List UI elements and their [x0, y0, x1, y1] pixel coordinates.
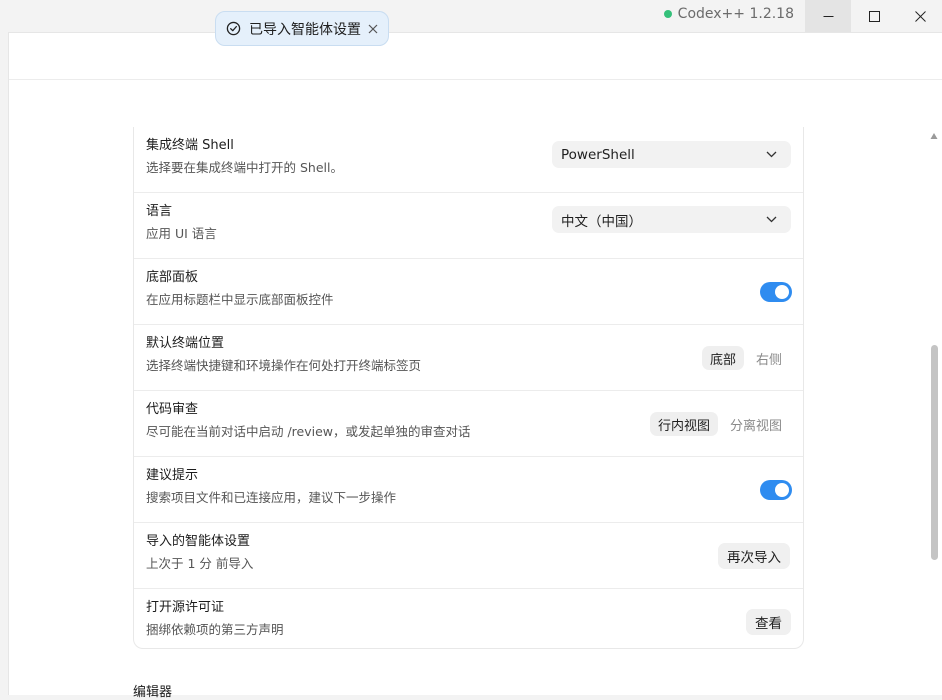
- reimport-button[interactable]: 再次导入: [718, 543, 790, 569]
- setting-row-bottom-panel: 底部面板 在应用标题栏中显示底部面板控件: [134, 259, 803, 325]
- setting-title: 默认终端位置: [146, 336, 225, 351]
- check-circle-icon: [226, 21, 241, 36]
- setting-row-imported-agent-settings: 导入的智能体设置 上次于 1 分 前导入 再次导入: [134, 523, 803, 589]
- section-title-editor: 编辑器: [133, 685, 173, 700]
- setting-row-shell: 集成终端 Shell 选择要在集成终端中打开的 Shell。 PowerShel…: [134, 127, 803, 193]
- setting-title: 底部面板: [146, 270, 199, 285]
- setting-title: 语言: [146, 204, 173, 219]
- app-version-label: Codex++ 1.2.18: [663, 6, 794, 22]
- setting-title: 集成终端 Shell: [146, 138, 234, 153]
- title-bar: Codex++ 1.2.18: [0, 0, 942, 32]
- toast-close-icon[interactable]: [367, 23, 379, 35]
- scrollbar-thumb[interactable]: [931, 345, 938, 560]
- scroll-up-arrow-icon[interactable]: [930, 132, 938, 140]
- code-review-segmented: 行内视图 分离视图: [650, 412, 790, 436]
- setting-description: 应用 UI 语言: [146, 226, 217, 241]
- toggle-knob: [775, 285, 789, 299]
- settings-window: 集成终端 Shell 选择要在集成终端中打开的 Shell。 PowerShel…: [8, 32, 942, 700]
- import-toast: 已导入智能体设置: [215, 11, 389, 46]
- toggle-knob: [775, 483, 789, 497]
- bottom-panel-toggle[interactable]: [760, 282, 792, 302]
- segment-option-split[interactable]: 分离视图: [722, 412, 790, 436]
- minimize-icon: [823, 15, 833, 17]
- setting-row-code-review: 代码审查 尽可能在当前对话中启动 /review，或发起单独的审查对话 行内视图…: [134, 391, 803, 457]
- segment-option-bottom[interactable]: 底部: [702, 346, 745, 370]
- segment-option-right[interactable]: 右侧: [748, 346, 790, 370]
- maximize-button[interactable]: [851, 0, 897, 32]
- shell-select[interactable]: PowerShell: [552, 141, 791, 168]
- setting-description: 选择要在集成终端中打开的 Shell。: [146, 160, 343, 175]
- status-dot-icon: [663, 10, 672, 18]
- setting-row-terminal-position: 默认终端位置 选择终端快捷键和环境操作在何处打开终端标签页 底部 右侧: [134, 325, 803, 391]
- setting-row-language: 语言 应用 UI 语言 中文（中国）: [134, 193, 803, 259]
- settings-card: 集成终端 Shell 选择要在集成终端中打开的 Shell。 PowerShel…: [133, 127, 804, 649]
- setting-title: 建议提示: [146, 468, 199, 483]
- segment-option-inline[interactable]: 行内视图: [650, 412, 719, 436]
- setting-description: 在应用标题栏中显示底部面板控件: [146, 292, 334, 307]
- chevron-down-icon: [766, 216, 777, 223]
- setting-description: 选择终端快捷键和环境操作在何处打开终端标签页: [146, 358, 422, 373]
- setting-description: 搜索项目文件和已连接应用，建议下一步操作: [146, 490, 397, 505]
- setting-description: 尽可能在当前对话中启动 /review，或发起单独的审查对话: [146, 424, 471, 439]
- suggestions-toggle[interactable]: [760, 480, 792, 500]
- setting-title: 导入的智能体设置: [146, 534, 251, 549]
- close-window-button[interactable]: [897, 0, 942, 32]
- view-licenses-button[interactable]: 查看: [746, 609, 791, 635]
- minimize-button[interactable]: [805, 0, 851, 32]
- close-icon: [914, 10, 926, 22]
- setting-description: 上次于 1 分 前导入: [146, 556, 254, 571]
- terminal-position-segmented: 底部 右侧: [702, 346, 790, 370]
- language-select-value: 中文（中国）: [561, 213, 642, 230]
- toast-message: 已导入智能体设置: [249, 21, 361, 38]
- setting-row-open-source-licenses: 打开源许可证 捆绑依赖项的第三方声明 查看: [134, 589, 803, 655]
- shell-select-value: PowerShell: [561, 146, 635, 163]
- setting-title: 代码审查: [146, 402, 199, 417]
- setting-title: 打开源许可证: [146, 600, 225, 615]
- chevron-down-icon: [766, 151, 777, 158]
- maximize-icon: [868, 10, 880, 22]
- setting-row-suggestions: 建议提示 搜索项目文件和已连接应用，建议下一步操作: [134, 457, 803, 523]
- setting-description: 捆绑依赖项的第三方声明: [146, 622, 284, 637]
- language-select[interactable]: 中文（中国）: [552, 206, 791, 233]
- app-name: Codex++ 1.2.18: [677, 6, 794, 22]
- header-divider: [9, 79, 942, 80]
